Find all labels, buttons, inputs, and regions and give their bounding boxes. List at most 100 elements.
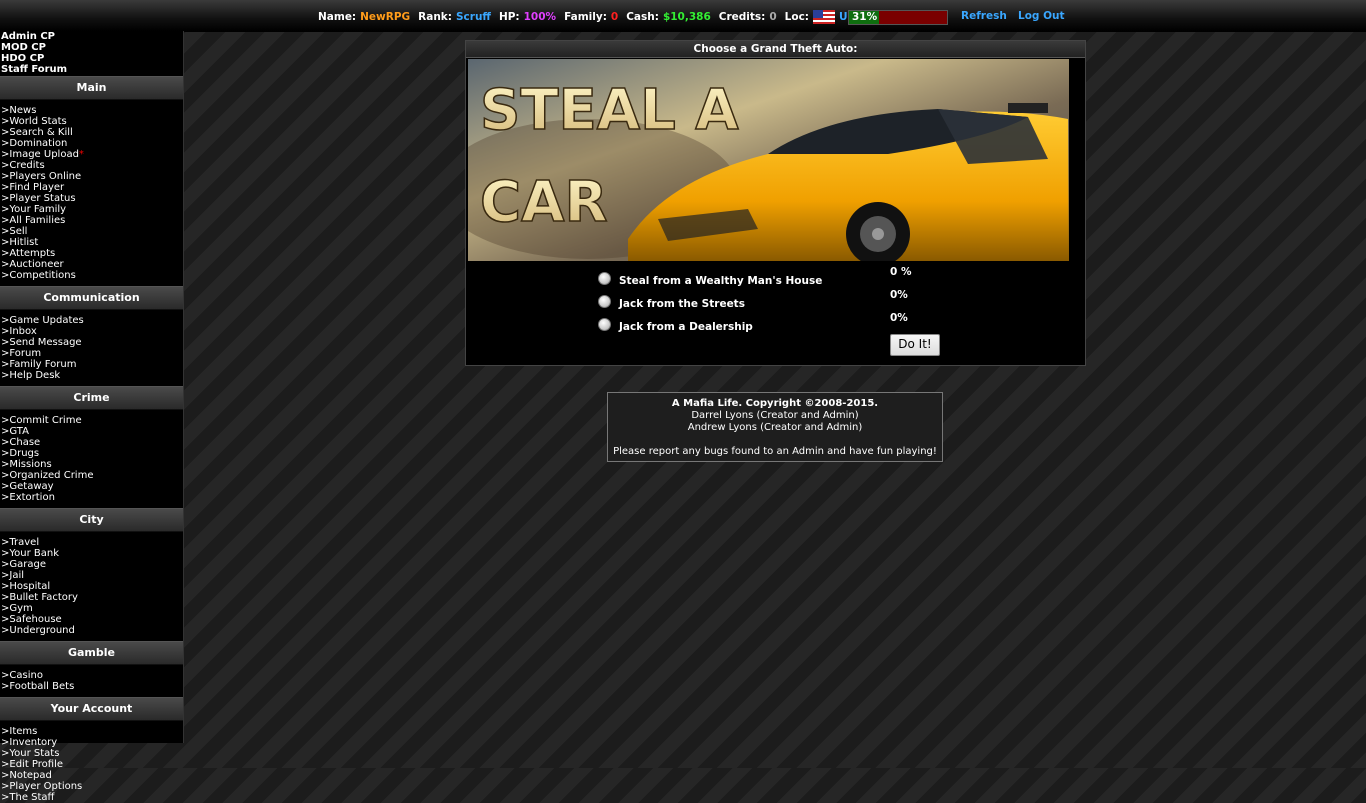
sidebar-item-attempts[interactable]: >Attempts xyxy=(0,248,183,259)
progress-text: 31% xyxy=(852,11,878,23)
sidebar-item-notepad[interactable]: >Notepad xyxy=(0,770,183,781)
sidebar-item-image-upload[interactable]: >Image Upload* xyxy=(0,149,183,160)
refresh-link[interactable]: Refresh xyxy=(961,10,1007,22)
do-it-button[interactable]: Do It! xyxy=(890,334,940,356)
sidebar-item-inbox[interactable]: >Inbox xyxy=(0,326,183,337)
sidebar-item-label: >Sell xyxy=(1,226,28,237)
sidebar-item-your-stats[interactable]: >Your Stats xyxy=(0,748,183,759)
sidebar-item-label: >Competitions xyxy=(1,270,76,281)
footer: A Mafia Life. Copyright ©2008-2015. Darr… xyxy=(607,392,943,462)
sidebar-item-your-family[interactable]: >Your Family xyxy=(0,204,183,215)
sidebar-item-missions[interactable]: >Missions xyxy=(0,459,183,470)
sidebar-item-gym[interactable]: >Gym xyxy=(0,603,183,614)
nav-group: >Game Updates >Inbox >Send Message >Forum >F… xyxy=(0,315,183,381)
banner-text-line2: CAR xyxy=(480,170,608,235)
sidebar-item-player-options[interactable]: >Player Options xyxy=(0,781,183,792)
sidebar-item-label: >Safehouse xyxy=(1,614,62,625)
staff-forum-link[interactable]: Staff Forum xyxy=(0,64,183,75)
sidebar-item-forum[interactable]: >Forum xyxy=(0,348,183,359)
sidebar-item-label: >Garage xyxy=(1,559,46,570)
sidebar-item-news[interactable]: >News xyxy=(0,105,183,116)
sidebar-item-your-bank[interactable]: >Your Bank xyxy=(0,548,183,559)
option-radio-3[interactable] xyxy=(598,317,611,331)
nav-group: >Travel >Your Bank >Garage >Jail >Hospital >B… xyxy=(0,537,183,636)
sidebar-item-casino[interactable]: >Casino xyxy=(0,670,183,681)
sidebar-item-label: >Family Forum xyxy=(1,359,77,370)
option-chance-1: 0 % xyxy=(890,266,912,278)
sidebar-item-all-families[interactable]: >All Families xyxy=(0,215,183,226)
sidebar-item-label: >Jail xyxy=(1,570,25,581)
sidebar-item-players-online[interactable]: >Players Online xyxy=(0,171,183,182)
sidebar-item-travel[interactable]: >Travel xyxy=(0,537,183,548)
top-status-bar: Name: NewRPG Rank: Scruff HP: 100% Famil… xyxy=(0,0,1366,32)
sidebar-item-credits[interactable]: >Credits xyxy=(0,160,183,171)
sidebar-item-sell[interactable]: >Sell xyxy=(0,226,183,237)
sidebar-item-inventory[interactable]: >Inventory xyxy=(0,737,183,748)
sidebar-item-underground[interactable]: >Underground xyxy=(0,625,183,636)
sidebar-item-family-forum[interactable]: >Family Forum xyxy=(0,359,183,370)
admin-cp-link[interactable]: Admin CP xyxy=(0,31,183,42)
sidebar-item-label: >Players Online xyxy=(1,171,82,182)
sidebar-item-find-player[interactable]: >Find Player xyxy=(0,182,183,193)
panel-title: Choose a Grand Theft Auto: xyxy=(466,41,1085,58)
sidebar-item-jail[interactable]: >Jail xyxy=(0,570,183,581)
sidebar-item-extortion[interactable]: >Extortion xyxy=(0,492,183,503)
sidebar-item-domination[interactable]: >Domination xyxy=(0,138,183,149)
sidebar-item-hospital[interactable]: >Hospital xyxy=(0,581,183,592)
sidebar-item-help-desk[interactable]: >Help Desk xyxy=(0,370,183,381)
hdo-cp-link[interactable]: HDO CP xyxy=(0,53,183,64)
sidebar-item-garage[interactable]: >Garage xyxy=(0,559,183,570)
mod-cp-link[interactable]: MOD CP xyxy=(0,42,183,53)
sidebar-item-label: >Help Desk xyxy=(1,370,61,381)
bug-report-text: Please report any bugs found to an Admin… xyxy=(613,446,937,457)
sidebar-item-competitions[interactable]: >Competitions xyxy=(0,270,183,281)
sidebar-item-player-status[interactable]: >Player Status xyxy=(0,193,183,204)
sidebar-item-hitlist[interactable]: >Hitlist xyxy=(0,237,183,248)
section-header-your-account: Your Account xyxy=(0,697,183,721)
option-radio-2[interactable] xyxy=(598,294,611,308)
sidebar-item-getaway[interactable]: >Getaway xyxy=(0,481,183,492)
sidebar-item-label: >Game Updates xyxy=(1,315,84,326)
sidebar-item-label: >Auctioneer xyxy=(1,259,64,270)
sidebar-item-game-updates[interactable]: >Game Updates xyxy=(0,315,183,326)
sidebar-item-edit-profile[interactable]: >Edit Profile xyxy=(0,759,183,770)
logout-link[interactable]: Log Out xyxy=(1018,10,1065,22)
sidebar-item-label: >Hitlist xyxy=(1,237,39,248)
sidebar-item-label: >Chase xyxy=(1,437,41,448)
sidebar-item-drugs[interactable]: >Drugs xyxy=(0,448,183,459)
option-row-2: Jack from the Streets xyxy=(598,292,745,310)
sidebar-item-label: >Your Stats xyxy=(1,748,60,759)
gta-panel: Choose a Grand Theft Auto: STEAL A CAR S… xyxy=(465,40,1086,366)
sidebar-item-organized-crime[interactable]: >Organized Crime xyxy=(0,470,183,481)
sidebar-item-commit-crime[interactable]: >Commit Crime xyxy=(0,415,183,426)
nav-group: >Items >Inventory >Your Stats >Edit Profile… xyxy=(0,726,183,803)
sidebar-item-label: >Notepad xyxy=(1,770,52,781)
sidebar-item-items[interactable]: >Items xyxy=(0,726,183,737)
steal-a-car-banner: STEAL A CAR xyxy=(468,59,1069,261)
sidebar-item-gta[interactable]: >GTA xyxy=(0,426,183,437)
nav-sections: Main >News >World Stats >Search & Kill >Domi… xyxy=(0,76,183,803)
section-header-gamble: Gamble xyxy=(0,641,183,665)
sidebar-item-bullet-factory[interactable]: >Bullet Factory xyxy=(0,592,183,603)
cash-value: $10,386 xyxy=(662,11,711,23)
sidebar-item-label: >Your Bank xyxy=(1,548,60,559)
name-label: Name: xyxy=(318,11,357,23)
banner-text-line1: STEAL A xyxy=(480,78,739,143)
sidebar-item-world-stats[interactable]: >World Stats xyxy=(0,116,183,127)
option-chance-3: 0% xyxy=(890,312,908,324)
sidebar-item-label: >Underground xyxy=(1,625,75,636)
sidebar-item-label: >Your Family xyxy=(1,204,67,215)
nav-group: >Casino >Football Bets xyxy=(0,670,183,692)
option-radio-1[interactable] xyxy=(598,271,611,285)
sidebar-item-auctioneer[interactable]: >Auctioneer xyxy=(0,259,183,270)
sidebar-item-label: >World Stats xyxy=(1,116,67,127)
sidebar-item-safehouse[interactable]: >Safehouse xyxy=(0,614,183,625)
sidebar-item-label: >Player Options xyxy=(1,781,83,792)
sidebar-item-chase[interactable]: >Chase xyxy=(0,437,183,448)
name-value: NewRPG xyxy=(360,11,411,23)
sidebar-item-send-message[interactable]: >Send Message xyxy=(0,337,183,348)
sidebar-item-football-bets[interactable]: >Football Bets xyxy=(0,681,183,692)
sidebar-item-the-staff[interactable]: >The Staff xyxy=(0,792,183,803)
sidebar-item-search-kill[interactable]: >Search & Kill xyxy=(0,127,183,138)
sidebar-item-label: >Extortion xyxy=(1,492,55,503)
